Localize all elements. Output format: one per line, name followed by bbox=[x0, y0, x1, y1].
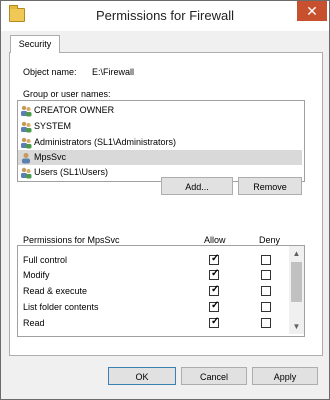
permission-label: Read bbox=[23, 318, 45, 328]
permission-row: Read & execute bbox=[18, 283, 288, 300]
deny-checkbox[interactable] bbox=[261, 255, 271, 265]
list-item-selected[interactable]: MpsSvc bbox=[18, 150, 302, 165]
permissions-scrollbar[interactable]: ▲ ▼ bbox=[289, 246, 304, 334]
ok-button[interactable]: OK bbox=[108, 367, 176, 385]
permission-row: Read bbox=[18, 315, 288, 332]
permission-label: List folder contents bbox=[23, 302, 99, 312]
scroll-thumb[interactable] bbox=[291, 262, 302, 302]
deny-checkbox[interactable] bbox=[261, 270, 271, 280]
cancel-button[interactable]: Cancel bbox=[181, 367, 247, 385]
group-names-label: Group or user names: bbox=[23, 89, 111, 99]
permission-row: List folder contents bbox=[18, 299, 288, 316]
scroll-down-arrow-icon[interactable]: ▼ bbox=[289, 319, 304, 334]
close-button[interactable]: ✕ bbox=[297, 1, 327, 21]
permissions-dialog: Permissions for Firewall ✕ Security Obje… bbox=[0, 0, 330, 400]
apply-button[interactable]: Apply bbox=[252, 367, 318, 385]
object-name-label: Object name: bbox=[23, 67, 77, 77]
users-group-icon bbox=[21, 121, 32, 133]
allow-checkbox[interactable] bbox=[209, 268, 219, 280]
users-group-icon bbox=[21, 167, 32, 179]
allow-checkbox[interactable] bbox=[209, 284, 219, 296]
users-group-icon bbox=[21, 137, 32, 149]
tab-security[interactable]: Security bbox=[10, 35, 60, 53]
deny-checkbox[interactable] bbox=[261, 302, 271, 312]
title-bar: Permissions for Firewall ✕ bbox=[1, 1, 329, 31]
add-button[interactable]: Add... bbox=[161, 177, 233, 195]
list-item-label: Users (SL1\Users) bbox=[34, 167, 109, 177]
user-icon bbox=[22, 153, 30, 164]
scroll-up-arrow-icon[interactable]: ▲ bbox=[289, 246, 304, 261]
allow-checkbox[interactable] bbox=[209, 300, 219, 312]
tab-label: Security bbox=[18, 39, 52, 49]
permissions-title: Permissions for MpsSvc bbox=[23, 235, 120, 245]
list-item[interactable]: Administrators (SL1\Administrators) bbox=[18, 135, 302, 150]
allow-checkbox[interactable] bbox=[209, 316, 219, 328]
list-item[interactable]: CREATOR OWNER bbox=[18, 103, 302, 118]
allow-column-header: Allow bbox=[204, 235, 226, 245]
permissions-list: Full control Modify Read & execute List … bbox=[17, 245, 305, 337]
list-item-label: CREATOR OWNER bbox=[34, 105, 115, 115]
list-item-label: SYSTEM bbox=[34, 121, 72, 131]
allow-checkbox[interactable] bbox=[209, 253, 219, 265]
list-item-label: Administrators (SL1\Administrators) bbox=[34, 137, 177, 147]
window-title: Permissions for Firewall bbox=[96, 8, 234, 23]
deny-checkbox[interactable] bbox=[261, 318, 271, 328]
group-user-list[interactable]: CREATOR OWNER SYSTEM Administrators (SL1… bbox=[17, 100, 305, 182]
object-name-value: E:\Firewall bbox=[92, 67, 135, 77]
permission-label: Read & execute bbox=[23, 286, 88, 296]
list-item-label: MpsSvc bbox=[34, 152, 67, 162]
deny-column-header: Deny bbox=[259, 235, 281, 245]
users-group-icon bbox=[21, 105, 32, 117]
permission-row: Modify bbox=[18, 267, 288, 284]
permission-label: Modify bbox=[23, 270, 50, 280]
deny-checkbox[interactable] bbox=[261, 286, 271, 296]
list-item[interactable]: SYSTEM bbox=[18, 119, 302, 134]
remove-button[interactable]: Remove bbox=[238, 177, 302, 195]
